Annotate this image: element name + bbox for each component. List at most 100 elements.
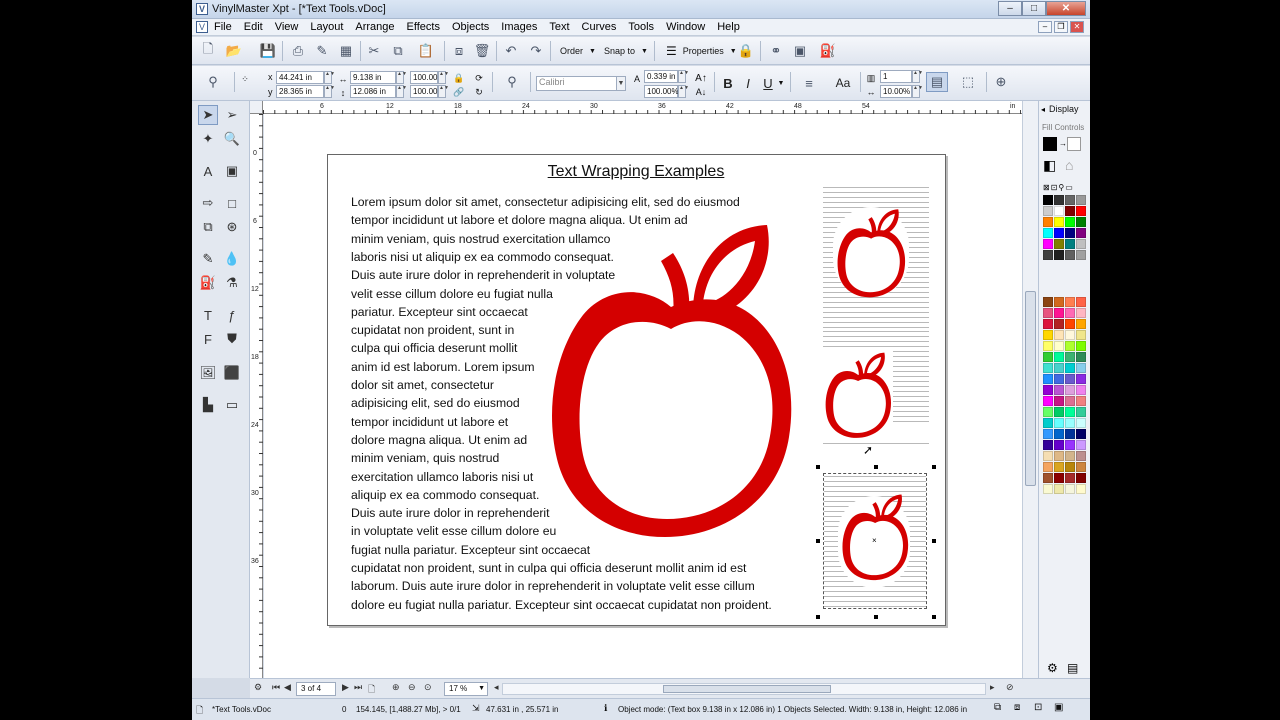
node-edit-icon[interactable]: ➢ (222, 105, 242, 125)
paint-bucket-icon[interactable]: ⛽ (198, 273, 218, 293)
palette-tools-row[interactable]: ⊠⊡⚲▭ (1043, 183, 1085, 193)
scale-height-field[interactable]: 100.00 (410, 85, 438, 98)
color-swatch[interactable] (1054, 217, 1064, 227)
pen-icon[interactable]: ✎ (198, 249, 218, 269)
color-swatch[interactable] (1065, 308, 1075, 318)
vertical-ruler[interactable]: 0 6 12 18 24 30 36 (250, 114, 263, 678)
fill-lock-icon[interactable]: ⌂ (1065, 157, 1073, 173)
text-tool-icon[interactable]: A (198, 161, 218, 181)
layers-icon[interactable]: ▣ (790, 41, 810, 61)
color-swatch[interactable] (1076, 407, 1086, 417)
color-swatch[interactable] (1054, 418, 1064, 428)
order-dropdown[interactable]: Order ▼ (556, 41, 600, 61)
color-swatch[interactable] (1054, 429, 1064, 439)
cut-icon[interactable]: ✂ (364, 41, 384, 61)
page-options-icon[interactable]: ⚙ (254, 682, 262, 693)
color-swatch[interactable] (1065, 330, 1075, 340)
color-swatch[interactable] (1054, 308, 1064, 318)
menu-arrange[interactable]: Arrange (355, 21, 394, 33)
weld-icon[interactable]: ⚭ (766, 41, 786, 61)
color-swatch[interactable] (1054, 451, 1064, 461)
color-swatch[interactable] (1076, 363, 1086, 373)
color-swatch[interactable] (1076, 330, 1086, 340)
last-page-button[interactable]: ⏭ (354, 682, 362, 693)
minimize-button[interactable]: – (998, 1, 1022, 16)
apple-graphic-large[interactable] (543, 219, 798, 541)
cut-plotter-icon[interactable]: ✎ (312, 41, 332, 61)
color-swatch[interactable] (1076, 374, 1086, 384)
status-mode-icon-2[interactable]: ⧈ (1014, 702, 1020, 713)
color-swatch[interactable] (1043, 330, 1053, 340)
color-swatch[interactable] (1065, 352, 1075, 362)
color-swatch[interactable] (1043, 396, 1053, 406)
align-left-icon[interactable]: ≡ (796, 73, 822, 93)
distribute-icon[interactable]: ▭ (222, 395, 242, 415)
width-field[interactable]: 9.138 in (350, 71, 396, 84)
menu-edit[interactable]: Edit (244, 21, 263, 33)
selection-handle[interactable] (816, 539, 820, 543)
lock-icon[interactable]: 🔒 (738, 41, 754, 61)
color-swatch[interactable] (1076, 484, 1086, 494)
color-swatch[interactable] (1065, 385, 1075, 395)
menu-help[interactable]: Help (717, 21, 740, 33)
color-swatch[interactable] (1054, 319, 1064, 329)
font-scale-field[interactable]: 100.00% (644, 85, 679, 98)
color-swatch[interactable] (1043, 418, 1053, 428)
first-page-button[interactable]: ⏮ (272, 682, 280, 693)
color-swatch[interactable] (1065, 363, 1075, 373)
zoom-fit-icon[interactable]: ⊙ (424, 682, 432, 693)
drawing-canvas[interactable]: Text Wrapping Examples Lorem ipsum dolor… (264, 114, 1022, 678)
column-gap-field[interactable]: 10.00% (880, 85, 912, 98)
color-swatch[interactable] (1065, 440, 1075, 450)
document-icon[interactable]: V (196, 21, 208, 33)
horizontal-ruler[interactable]: 0 6 12 18 24 30 36 42 48 54 in (250, 101, 1022, 114)
zoom-level-select[interactable]: 17 % ▼ (444, 682, 488, 696)
x-position-field[interactable]: 44.241 in (276, 71, 324, 84)
scale-width-field[interactable]: 100.00 (410, 71, 438, 84)
height-field[interactable]: 12.086 in (350, 85, 396, 98)
previous-page-button[interactable]: ◀ (284, 682, 291, 693)
vertical-scroll-thumb[interactable] (1025, 291, 1036, 486)
menu-file[interactable]: File (214, 21, 232, 33)
color-swatch[interactable] (1043, 462, 1053, 472)
color-swatch[interactable] (1054, 484, 1064, 494)
color-swatch[interactable] (1043, 407, 1053, 417)
color-swatch[interactable] (1065, 239, 1075, 249)
color-swatch[interactable] (1076, 319, 1086, 329)
color-swatch[interactable] (1065, 451, 1075, 461)
x-spinner[interactable]: ▲▼ (324, 71, 335, 84)
y-position-field[interactable]: 28.365 in (276, 85, 324, 98)
doc-minimize-button[interactable]: – (1038, 21, 1052, 33)
basic-palette[interactable] (1043, 195, 1086, 260)
font-size-field[interactable]: 0.339 in (644, 70, 678, 83)
color-swatch[interactable] (1054, 374, 1064, 384)
horizontal-scrollbar[interactable] (502, 683, 986, 695)
color-swatch[interactable] (1054, 473, 1064, 483)
menu-view[interactable]: View (275, 21, 299, 33)
color-swatch[interactable] (1065, 418, 1075, 428)
color-swatch[interactable] (1065, 206, 1075, 216)
underline-chevron-down-icon[interactable]: ▼ (776, 73, 786, 93)
color-swatch[interactable] (1076, 462, 1086, 472)
color-swatch[interactable] (1043, 308, 1053, 318)
zoom-in-icon[interactable]: ⊕ (392, 682, 400, 693)
paste-icon[interactable]: 📋 (412, 41, 440, 61)
extended-palette[interactable] (1043, 297, 1086, 494)
columns-field[interactable]: 1 (880, 70, 912, 83)
font-dropdown-chevron-icon[interactable]: ▼ (616, 76, 626, 91)
color-swatch[interactable] (1054, 239, 1064, 249)
color-swatch[interactable] (1065, 341, 1075, 351)
color-swatch[interactable] (1065, 195, 1075, 205)
shape-tool-icon[interactable]: ✦ (198, 129, 218, 149)
color-swatch[interactable] (1054, 250, 1064, 260)
color-swatch[interactable] (1076, 451, 1086, 461)
fill-color-swatch[interactable] (1043, 137, 1057, 151)
outline-color-swatch[interactable] (1067, 137, 1081, 151)
color-swatch[interactable] (1043, 484, 1053, 494)
color-swatch[interactable] (1065, 396, 1075, 406)
color-swatch[interactable] (1076, 429, 1086, 439)
scroll-left-button[interactable]: ◂ (494, 682, 499, 693)
selection-handle[interactable] (816, 615, 820, 619)
color-swatch[interactable] (1065, 407, 1075, 417)
color-swatch[interactable] (1043, 250, 1053, 260)
